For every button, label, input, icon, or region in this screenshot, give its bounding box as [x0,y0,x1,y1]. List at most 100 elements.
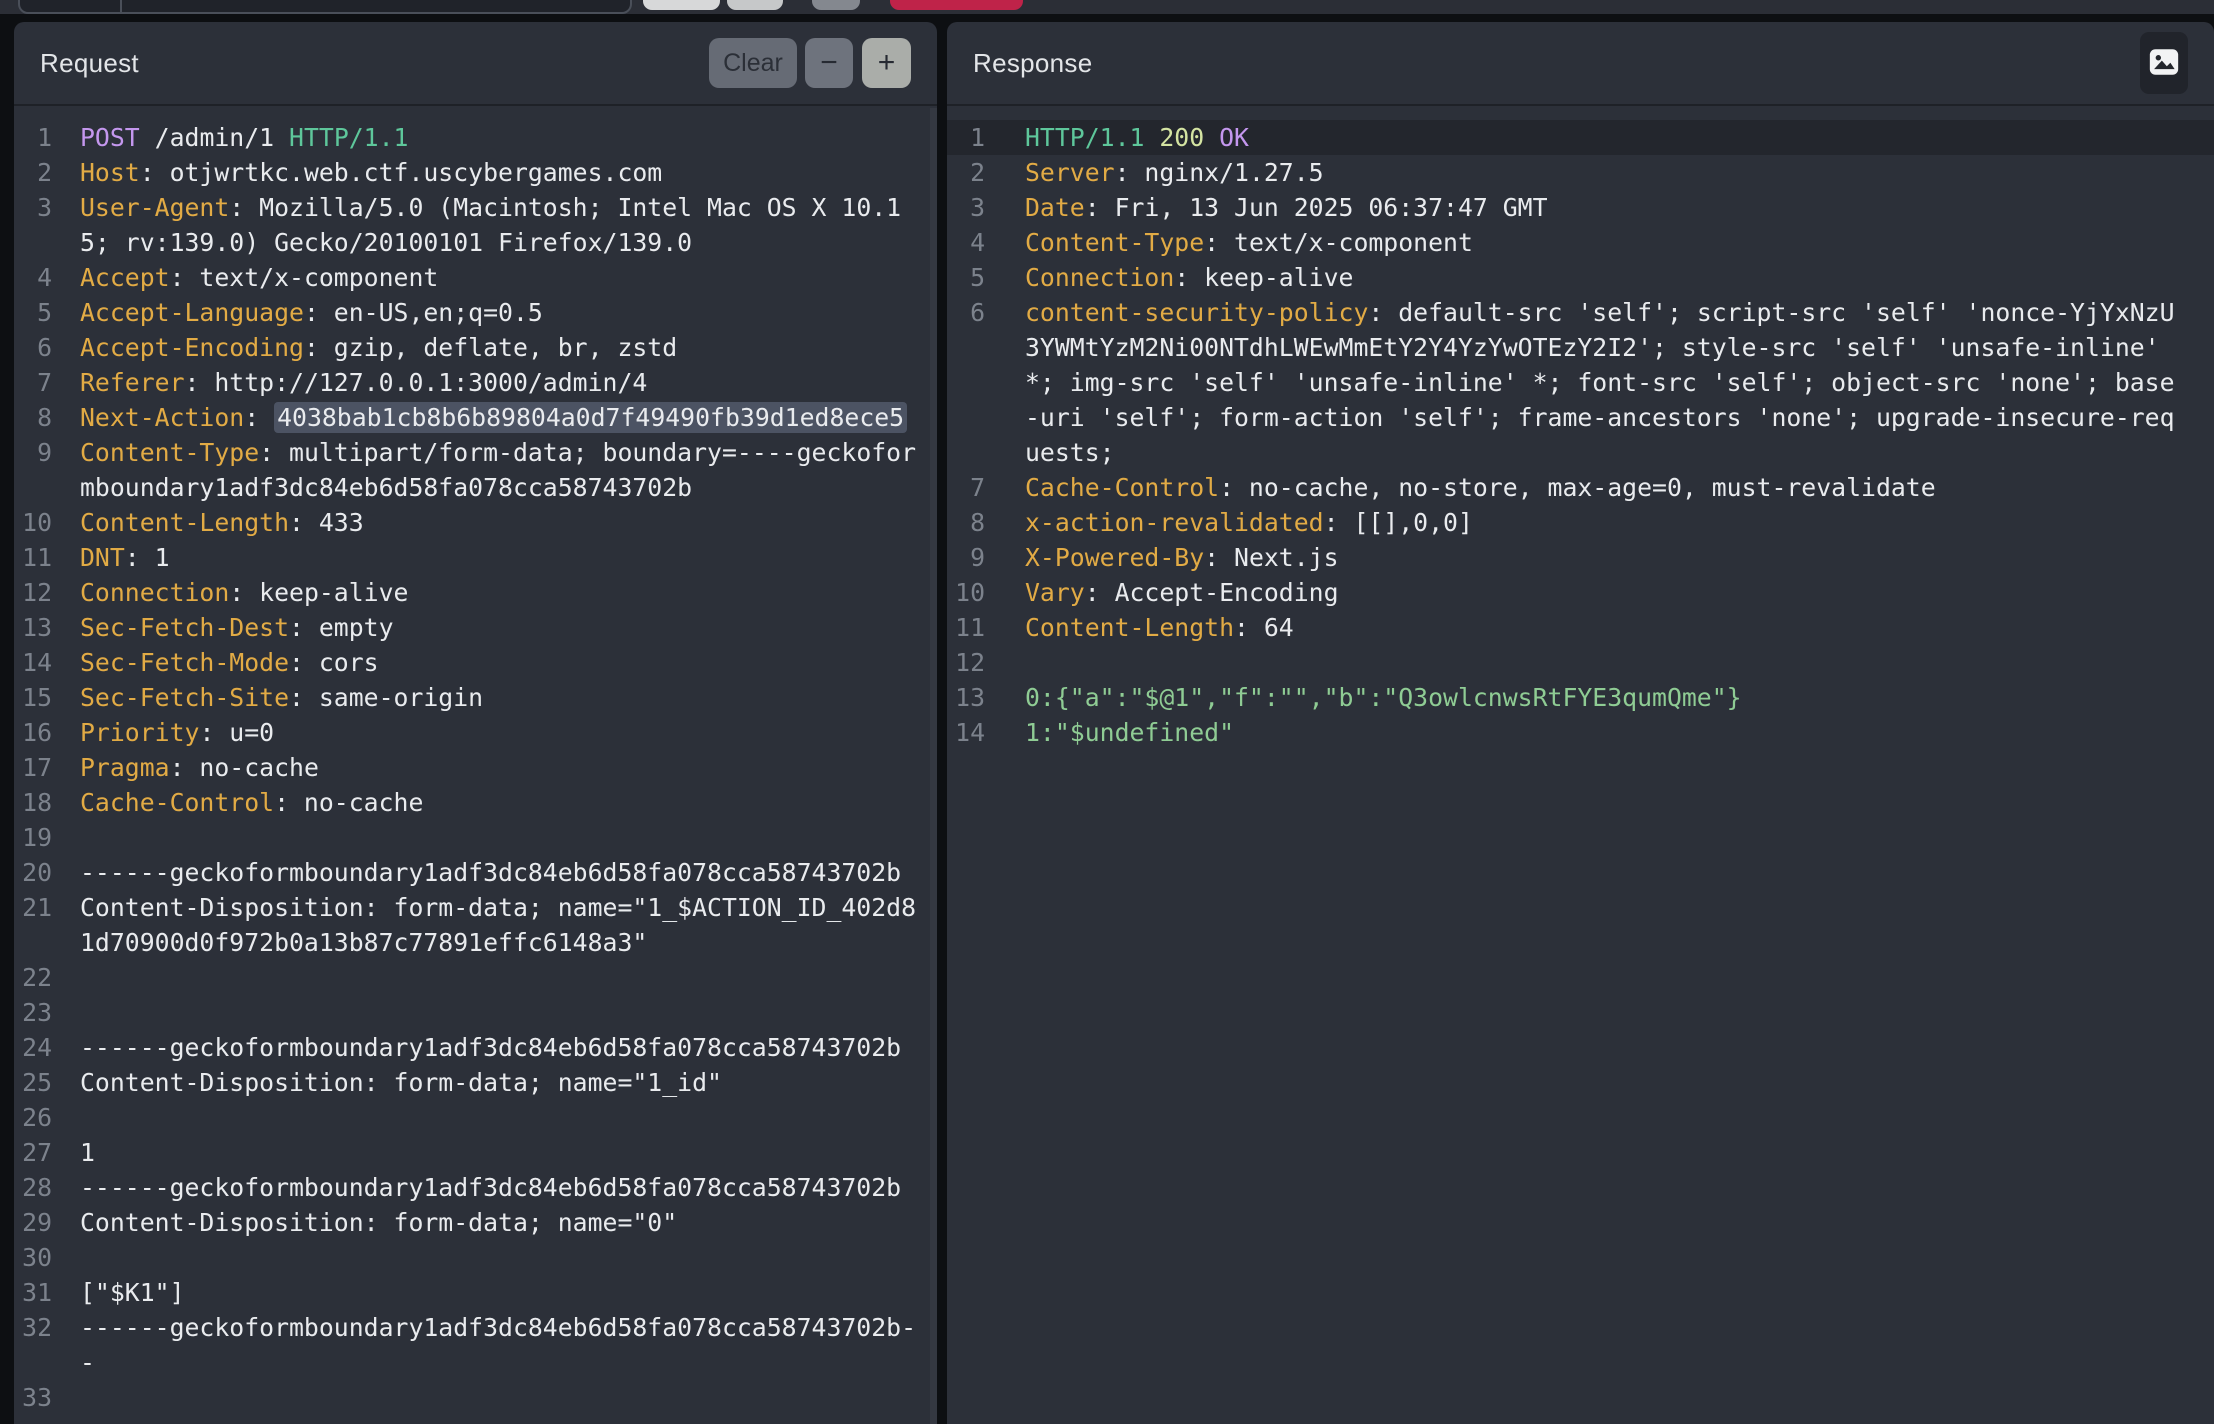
code-text: Host: otjwrtkc.web.ctf.uscybergames.com [80,155,662,190]
code-text: POST /admin/1 HTTP/1.1 [80,120,408,155]
code-line: mboundary1adf3dc84eb6d58fa078cca58743702… [14,470,937,505]
code-line: 28------geckoformboundary1adf3dc84eb6d58… [14,1170,937,1205]
code-line: 29 Content-Disposition: form-data; name="… [14,1205,937,1240]
code-line: 8x-action-revalidated: [[],0,0] [947,505,2214,540]
line-number: 14 [947,715,985,750]
line-number: 25 [14,1065,52,1100]
line-number: 14 [14,645,52,680]
line-number: 17 [14,750,52,785]
code-text: ------geckoformboundary1adf3dc84eb6d58fa… [80,1310,916,1345]
code-text: ------geckoformboundary1adf3dc84eb6d58fa… [80,1030,901,1065]
code-line: 2Server: nginx/1.27.5 [947,155,2214,190]
line-number: 24 [14,1030,52,1065]
code-line: 5; rv:139.0) Gecko/20100101 Firefox/139.… [14,225,937,260]
code-line: 30 [14,1240,937,1275]
line-number: 29 [14,1205,52,1240]
line-number: 3 [947,190,985,225]
toolbar-button-2[interactable] [727,0,783,10]
minus-button[interactable]: − [805,38,853,88]
request-scrollbar[interactable] [930,108,937,1424]
line-number: 21 [14,890,52,925]
response-viewer[interactable]: 1HTTP/1.1 200 OK2Server: nginx/1.27.53Da… [947,108,2214,1424]
code-line: 130:{"a":"$@1","f":"","b":"Q3owlcnwsRtFY… [947,680,2214,715]
request-panel-title: Request [40,48,139,79]
panel-splitter[interactable] [937,22,947,1424]
line-number: 27 [14,1135,52,1170]
code-text: Content-Type: text/x-component [1025,225,1473,260]
code-text: *; img-src 'self' 'unsafe-inline' *; fon… [1025,365,2175,400]
browser-toolbar [0,0,2214,14]
line-number: 2 [14,155,52,190]
code-line: 5Accept-Language: en-US,en;q=0.5 [14,295,937,330]
toolbar-button-3[interactable] [812,0,860,10]
line-number: 7 [14,365,52,400]
code-text: Sec-Fetch-Mode: cors [80,645,379,680]
line-number: 9 [14,435,52,470]
code-text: Content-Length: 433 [80,505,364,540]
code-text: Content-Type: multipart/form-data; bound… [80,435,916,470]
code-line: 12 [947,645,2214,680]
code-text: Pragma: no-cache [80,750,319,785]
plus-button[interactable]: + [862,38,911,88]
code-line: 6content-security-policy: default-src 's… [947,295,2214,330]
line-number: 8 [14,400,52,435]
line-number: 10 [947,575,985,610]
line-number: 13 [14,610,52,645]
code-text: Date: Fri, 13 Jun 2025 06:37:47 GMT [1025,190,1548,225]
code-line: 14 1:"$undefined" [947,715,2214,750]
code-text: Sec-Fetch-Site: same-origin [80,680,483,715]
code-text: Content-Disposition: form-data; name="0" [80,1205,677,1240]
line-number: 5 [947,260,985,295]
code-text: Cache-Control: no-cache, no-store, max-a… [1025,470,1936,505]
code-line: *; img-src 'self' 'unsafe-inline' *; fon… [947,365,2214,400]
line-number: 23 [14,995,52,1030]
code-text: mboundary1adf3dc84eb6d58fa078cca58743702… [80,470,692,505]
line-number: 12 [14,575,52,610]
code-text: Priority: u=0 [80,715,274,750]
line-number: 26 [14,1100,52,1135]
code-text: 1 [80,1135,95,1170]
line-number: 16 [14,715,52,750]
request-editor[interactable]: 1POST /admin/1 HTTP/1.12Host: otjwrtkc.w… [14,108,937,1424]
url-input[interactable] [18,0,632,14]
code-line: 3YWMtYzM2Ni00NTdhLWEwMmEtY2Y4YzYwOTEzY2I… [947,330,2214,365]
line-number: 12 [947,645,985,680]
line-number: 19 [14,820,52,855]
code-line: 23 [14,995,937,1030]
code-text: Accept-Encoding: gzip, deflate, br, zstd [80,330,677,365]
code-line: 10 Vary: Accept-Encoding [947,575,2214,610]
line-number: 7 [947,470,985,505]
code-line: 15Sec-Fetch-Site: same-origin [14,680,937,715]
code-text: Content-Length: 64 [1025,610,1294,645]
code-text: Vary: Accept-Encoding [1025,575,1339,610]
code-line: 21Content-Disposition: form-data; name="… [14,890,937,925]
code-text: Sec-Fetch-Dest: empty [80,610,394,645]
line-number: 5 [14,295,52,330]
line-number: 9 [947,540,985,575]
code-line: 4Content-Type: text/x-component [947,225,2214,260]
clear-button[interactable]: Clear [709,38,797,88]
code-line: 22 [14,960,937,995]
code-line: 31["$K1"] [14,1275,937,1310]
code-line: 19 [14,820,937,855]
code-line: 26 [14,1100,937,1135]
code-line: 9 Content-Type: multipart/form-data; boun… [14,435,937,470]
line-number: 4 [14,260,52,295]
line-number: 11 [14,540,52,575]
code-text: uests; [1025,435,1115,470]
line-number [947,435,985,470]
code-text: DNT: 1 [80,540,170,575]
code-text: 1:"$undefined" [1025,715,1234,750]
code-line: 7Referer: http://127.0.0.1:3000/admin/4 [14,365,937,400]
code-text: ------geckoformboundary1adf3dc84eb6d58fa… [80,1170,901,1205]
code-line: 1POST /admin/1 HTTP/1.1 [14,120,937,155]
code-text: ------geckoformboundary1adf3dc84eb6d58fa… [80,855,901,890]
code-line: 10Content-Length: 433 [14,505,937,540]
line-number: 6 [947,295,985,330]
line-number: 32 [14,1310,52,1345]
line-number [947,330,985,365]
image-preview-button[interactable] [2140,32,2188,94]
toolbar-button-1[interactable] [643,0,720,10]
line-number: 2 [947,155,985,190]
toolbar-send-button[interactable] [890,0,1023,10]
